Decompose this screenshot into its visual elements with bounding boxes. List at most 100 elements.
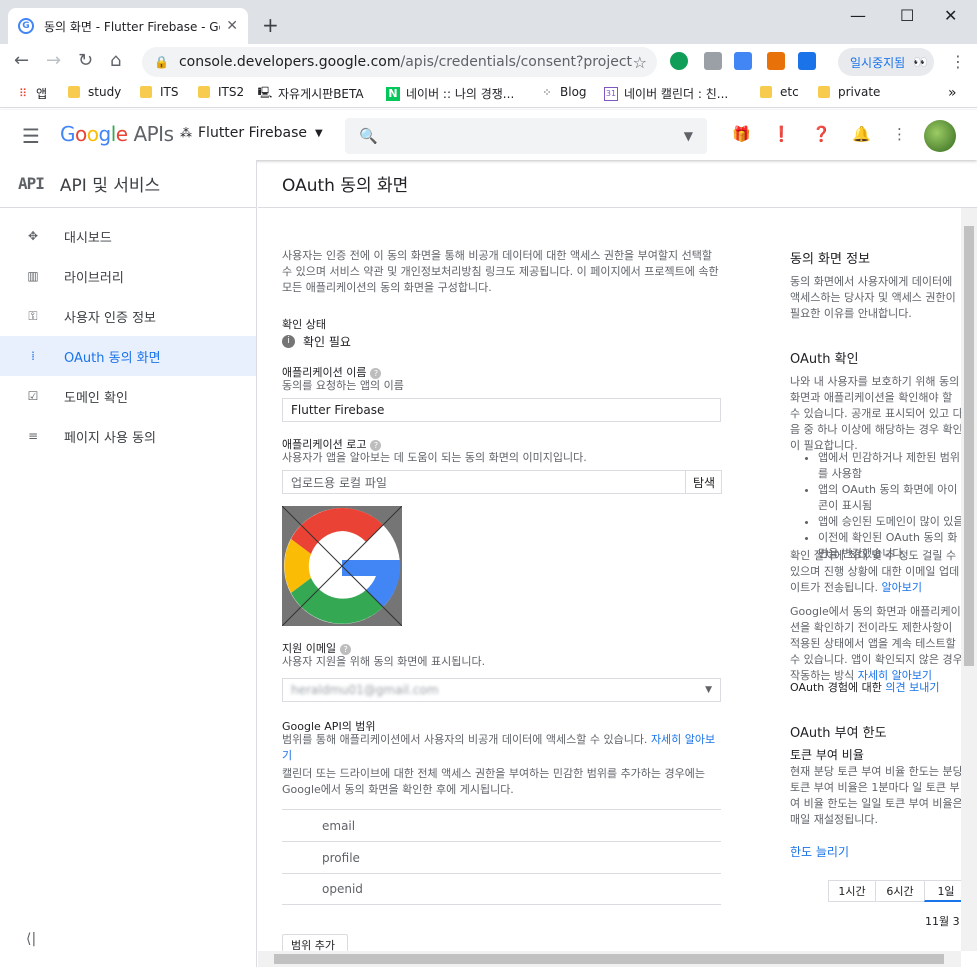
bookmark-blog[interactable]: ⁘ Blog: [540, 85, 586, 99]
vertical-scrollbar[interactable]: [961, 208, 977, 951]
app-name-value: Flutter Firebase: [291, 403, 385, 417]
bookmark-its[interactable]: ITS: [140, 85, 179, 99]
avatar[interactable]: [924, 120, 956, 152]
more-menu-icon[interactable]: ⋮: [950, 52, 966, 71]
sidebar-item-page-usage[interactable]: ≡ 페이지 사용 동의: [0, 416, 256, 456]
translate-icon[interactable]: [734, 52, 752, 70]
process-text: 확인 절차에 최대 몇 주 정도 걸릴 수 있으며 진행 상황에 대한 이메일 …: [790, 549, 960, 594]
app-name-desc: 동의를 요청하는 앱의 이름: [282, 379, 404, 392]
horizontal-scrollbar[interactable]: [258, 951, 961, 967]
notifications-icon[interactable]: 🔔: [852, 125, 871, 143]
sidebar-item-library[interactable]: ▥ 라이브러리: [0, 256, 256, 296]
sidebar-item-label: 라이브러리: [64, 270, 124, 286]
add-scope-button[interactable]: 범위 추가: [282, 934, 348, 951]
bookmark-label: ITS: [160, 85, 179, 99]
gift-icon[interactable]: 🎁: [732, 125, 751, 143]
bookmark-board[interactable]: 🖳 자유게시판BETA: [258, 85, 364, 102]
help-icon[interactable]: ?: [340, 643, 352, 655]
tab-1d[interactable]: 1일: [924, 880, 961, 902]
home-icon[interactable]: ⌂: [110, 50, 121, 71]
extension-icon[interactable]: [670, 52, 688, 70]
search-dropdown-icon[interactable]: ▼: [684, 129, 693, 143]
bookmark-star-icon[interactable]: ☆: [633, 53, 647, 72]
caret-down-icon: ▼: [314, 127, 323, 139]
extension-icon[interactable]: [767, 52, 785, 70]
collapse-sidebar-icon[interactable]: ⟨|: [26, 931, 36, 947]
close-window-icon[interactable]: ✕: [944, 6, 957, 25]
bookmark-label: 네이버 캘린더 : 친...: [624, 87, 729, 101]
bookmark-label: private: [838, 85, 881, 99]
profile-paused-button[interactable]: 일시중지됨 👀: [838, 48, 934, 76]
bookmark-label: ITS2: [218, 85, 245, 99]
bookmark-etc[interactable]: etc: [760, 85, 799, 99]
intro-text: 사용자는 인증 전에 이 동의 화면을 통해 비공개 데이터에 대한 액세스 권…: [282, 249, 719, 294]
tab-6h[interactable]: 6시간: [875, 880, 925, 902]
bookmark-calendar[interactable]: 31 네이버 캘린더 : 친...: [604, 85, 728, 102]
sidebar-item-credentials[interactable]: ⚿ 사용자 인증 정보: [0, 296, 256, 336]
menu-icon[interactable]: ☰: [22, 124, 40, 148]
address-bar[interactable]: 🔒 console.developers.google.com/apis/cre…: [142, 47, 657, 77]
new-tab-icon[interactable]: +: [262, 13, 279, 37]
maximize-icon[interactable]: ☐: [900, 6, 914, 25]
tab-label: 1시간: [838, 885, 866, 898]
project-selector[interactable]: ⁂ Flutter Firebase ▼: [180, 125, 323, 141]
search-icon: 🔍: [359, 127, 378, 145]
tab-1h[interactable]: 1시간: [828, 880, 876, 902]
browser-tab[interactable]: G 동의 화면 - Flutter Firebase - Go ✕: [8, 8, 248, 44]
more-vert-icon[interactable]: ⋮: [892, 125, 907, 143]
scopes-desc: 범위를 통해 애플리케이션에서 사용자의 비공개 데이터에 액세스할 수 있습니…: [282, 733, 648, 746]
minimize-icon[interactable]: —: [850, 6, 866, 25]
browse-button[interactable]: 탐색: [685, 470, 722, 494]
console-header: ☰ Google APIs ⁂ Flutter Firebase ▼ 🔍 ▼ 🎁…: [0, 110, 977, 160]
sidebar-item-dashboard[interactable]: ✥ 대시보드: [0, 216, 256, 256]
sidebar-item-oauth-consent[interactable]: ⁞ OAuth 동의 화면: [0, 336, 256, 376]
app-logo-preview: [282, 506, 402, 626]
reload-icon[interactable]: ↻: [78, 50, 93, 71]
help-icon[interactable]: ?: [370, 367, 382, 379]
consent-icon: ⁞: [31, 349, 35, 363]
browser-toolbar: ← → ↻ ⌂ 🔒 console.developers.google.com/…: [0, 44, 977, 80]
info-text: 동의 화면에서 사용자에게 데이터에 액세스하는 당사자 및 액세스 권한이 필…: [790, 275, 956, 320]
bookmark-label: 자유게시판BETA: [278, 87, 364, 101]
feedback-icon[interactable]: ❗: [772, 125, 791, 143]
support-email-select[interactable]: heraldmu01@gmail.com ▼: [282, 678, 721, 702]
library-icon: ▥: [27, 269, 39, 283]
help-icon[interactable]: ❓: [812, 125, 831, 143]
project-icon: ⁂: [180, 126, 192, 140]
bookmark-its2[interactable]: ITS2: [198, 85, 244, 99]
sidebar: API API 및 서비스 ✥ 대시보드 ▥ 라이브러리 ⚿ 사용자 인증 정보 ⁞ O…: [0, 160, 257, 967]
scrollbar-thumb[interactable]: [274, 954, 944, 964]
logo-apis-text: APIs: [133, 122, 174, 146]
profile-icon: 👀: [913, 55, 929, 69]
folder-icon: [818, 86, 830, 98]
send-feedback-link[interactable]: 의견 보내기: [885, 681, 939, 694]
time-range-tabs: 1시간 6시간 1일: [828, 880, 961, 902]
list-item: 앱의 OAuth 동의 화면에 아이콘이 표시됨: [818, 482, 961, 514]
scope-name: openid: [322, 882, 363, 896]
bookmark-apps[interactable]: ⠿ 앱: [16, 85, 47, 102]
forward-icon[interactable]: →: [46, 50, 61, 71]
scrollbar-thumb[interactable]: [964, 226, 974, 666]
extension-icon[interactable]: [704, 52, 722, 70]
extension-icon[interactable]: [798, 52, 816, 70]
bookmark-study[interactable]: study: [68, 85, 121, 99]
learn-more-link[interactable]: 알아보기: [881, 581, 921, 594]
close-tab-icon[interactable]: ✕: [226, 18, 238, 34]
bookmark-private[interactable]: private: [818, 85, 880, 99]
back-icon[interactable]: ←: [14, 50, 29, 71]
calendar-icon: 31: [604, 86, 618, 101]
sidebar-item-domain-verification[interactable]: ☑ 도메인 확인: [0, 376, 256, 416]
bookmark-naver[interactable]: N 네이버 :: 나의 경쟁...: [386, 85, 514, 102]
scope-row: openid: [282, 873, 721, 905]
logo-file-input[interactable]: 업로드용 로컬 파일: [282, 470, 686, 494]
search-bar[interactable]: 🔍 ▼: [345, 118, 707, 154]
page-header: OAuth 동의 화면: [258, 160, 977, 208]
help-icon[interactable]: ?: [370, 439, 382, 451]
support-email-desc: 사용자 지원을 위해 동의 화면에 표시됩니다.: [282, 655, 486, 668]
increase-limit-link[interactable]: 한도 늘리기: [790, 844, 849, 860]
google-apis-logo[interactable]: Google APIs: [60, 122, 174, 146]
tab-title: 동의 화면 - Flutter Firebase - Go: [44, 19, 221, 34]
more-bookmarks-icon[interactable]: »: [948, 85, 957, 101]
tab-label: 1일: [937, 884, 955, 898]
app-name-input[interactable]: Flutter Firebase: [282, 398, 721, 422]
